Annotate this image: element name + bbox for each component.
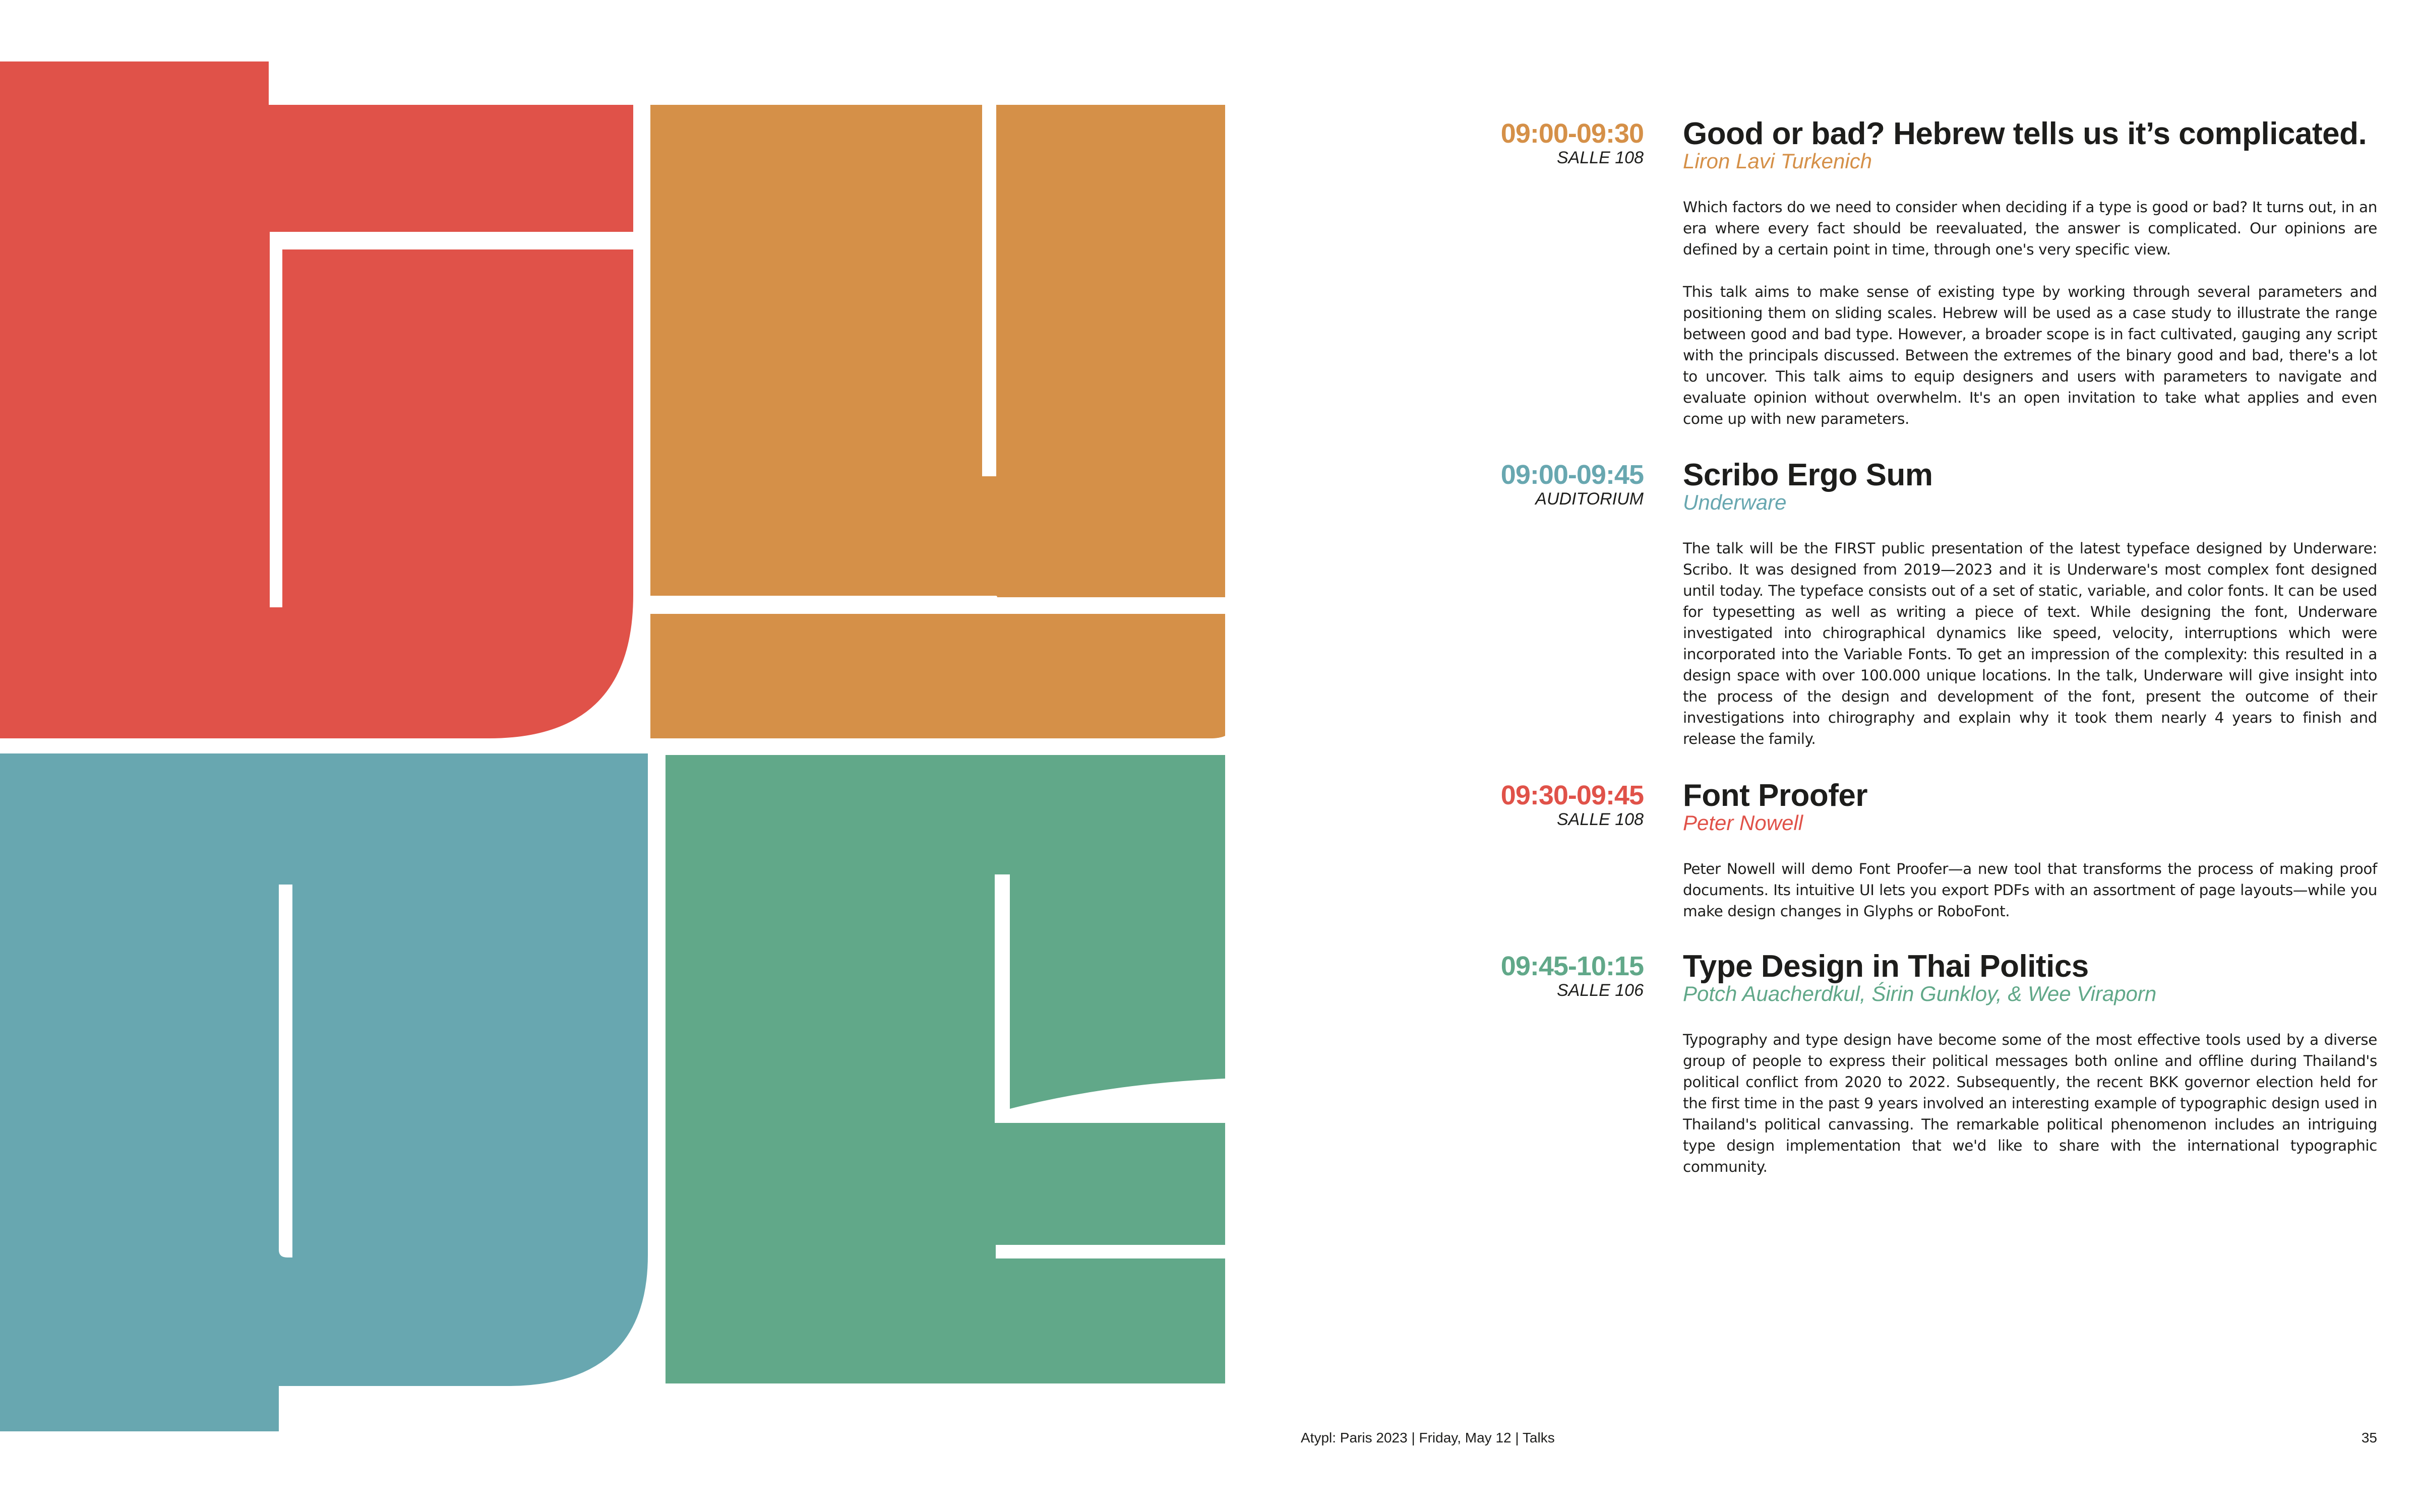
- talk-room: SALLE 106: [1556, 981, 1644, 1000]
- page-number: 35: [2361, 1430, 2377, 1445]
- talk-room: SALLE 108: [1556, 810, 1644, 829]
- talk-description: The talk will be the FIRST public presen…: [1683, 538, 2377, 771]
- talk-speaker: Liron Lavi Turkenich: [1683, 149, 1872, 173]
- talk-title: Good or bad? Hebrew tells us it’s compli…: [1683, 116, 2367, 151]
- talk-title: Scribo Ergo Sum: [1683, 458, 1933, 492]
- letter-e-block: [666, 755, 1225, 1383]
- letter-e-shape: [666, 755, 1225, 1383]
- talk-time: 09:00-09:45: [1500, 460, 1644, 490]
- talk-description: Peter Nowell will demo Font Proofer—a ne…: [1683, 858, 2377, 943]
- letter-y-top-left: [650, 105, 1225, 597]
- type-lettering-artwork: [0, 61, 1225, 1431]
- talk-paragraph: Peter Nowell will demo Font Proofer—a ne…: [1683, 860, 2377, 920]
- letter-p-shape: [0, 753, 648, 1431]
- talk-description: Which factors do we need to consider whe…: [1683, 197, 2377, 451]
- letter-t-shape: [0, 61, 633, 738]
- letter-p-block: [0, 753, 648, 1431]
- letter-t-block: [0, 61, 633, 738]
- talk-speaker: Peter Nowell: [1683, 811, 1803, 835]
- letter-y-block: [650, 105, 1225, 738]
- talk-paragraph: Typography and type design have become s…: [1683, 1031, 2377, 1175]
- talk-paragraph: This talk aims to make sense of existing…: [1683, 283, 2377, 427]
- talk-paragraph: The talk will be the FIRST public presen…: [1683, 540, 2377, 747]
- talk-time: 09:00-09:30: [1500, 118, 1644, 149]
- talk-room: AUDITORIUM: [1535, 489, 1644, 509]
- talk-title: Font Proofer: [1683, 778, 1867, 813]
- talk-description: Typography and type design have become s…: [1683, 1029, 2377, 1199]
- talk-paragraph: Which factors do we need to consider whe…: [1683, 199, 2377, 258]
- talk-room: SALLE 108: [1556, 148, 1644, 167]
- talk-title: Type Design in Thai Politics: [1683, 949, 2089, 984]
- talk-time: 09:45-10:15: [1500, 951, 1644, 981]
- talk-speaker: Potch Auacherdkul, Śirin Gunkloy, & Wee …: [1683, 982, 2157, 1005]
- talk-speaker: Underware: [1683, 490, 1787, 514]
- footer-running-title: Atypl: Paris 2023 | Friday, May 12 | Tal…: [1301, 1430, 1555, 1445]
- talk-time: 09:30-09:45: [1500, 780, 1644, 810]
- letter-y-bottom: [650, 614, 1225, 738]
